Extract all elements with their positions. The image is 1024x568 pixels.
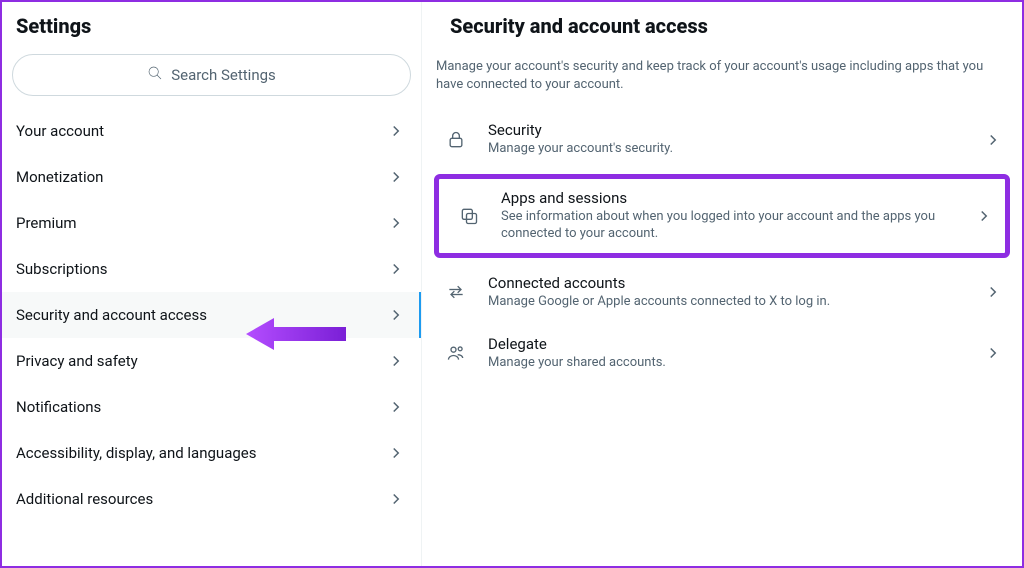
chevron-right-icon bbox=[984, 344, 1002, 362]
sidebar-item-label: Subscriptions bbox=[16, 260, 107, 278]
chevron-right-icon bbox=[387, 260, 405, 278]
option-subtitle: Manage Google or Apple accounts connecte… bbox=[488, 294, 970, 311]
option-title: Apps and sessions bbox=[501, 189, 961, 207]
chevron-right-icon bbox=[387, 398, 405, 416]
page-title: Settings bbox=[2, 2, 421, 50]
sidebar-item-label: Your account bbox=[16, 122, 104, 140]
option-apps-and-sessions[interactable]: Apps and sessions See information about … bbox=[439, 179, 1005, 253]
chevron-right-icon bbox=[387, 306, 405, 324]
chevron-right-icon bbox=[387, 444, 405, 462]
settings-nav: Your account Monetization Premium Subscr… bbox=[2, 108, 421, 522]
option-title: Delegate bbox=[488, 335, 970, 353]
chevron-right-icon bbox=[387, 214, 405, 232]
settings-sidebar: Settings Search Settings Your account Mo… bbox=[2, 2, 422, 566]
sidebar-item-label: Privacy and safety bbox=[16, 352, 138, 370]
sidebar-item-label: Security and account access bbox=[16, 306, 207, 324]
option-subtitle: Manage your shared accounts. bbox=[488, 355, 970, 372]
chevron-right-icon bbox=[387, 490, 405, 508]
sidebar-item-label: Notifications bbox=[16, 398, 101, 416]
main-panel: Security and account access Manage your … bbox=[422, 2, 1022, 566]
sidebar-item-additional-resources[interactable]: Additional resources bbox=[2, 476, 421, 522]
sidebar-item-your-account[interactable]: Your account bbox=[2, 108, 421, 154]
option-subtitle: See information about when you logged in… bbox=[501, 209, 961, 243]
sidebar-item-security-and-account-access[interactable]: Security and account access bbox=[2, 292, 421, 338]
chevron-right-icon bbox=[984, 131, 1002, 149]
sidebar-item-accessibility-display-languages[interactable]: Accessibility, display, and languages bbox=[2, 430, 421, 476]
sidebar-item-label: Accessibility, display, and languages bbox=[16, 444, 256, 462]
sidebar-item-label: Premium bbox=[16, 214, 77, 232]
search-input[interactable]: Search Settings bbox=[12, 54, 411, 96]
section-description: Manage your account's security and keep … bbox=[422, 48, 1022, 103]
people-icon bbox=[438, 335, 474, 371]
sidebar-item-subscriptions[interactable]: Subscriptions bbox=[2, 246, 421, 292]
option-connected-accounts[interactable]: Connected accounts Manage Google or Appl… bbox=[426, 262, 1018, 323]
swap-arrows-icon bbox=[438, 274, 474, 310]
sidebar-item-label: Additional resources bbox=[16, 490, 153, 508]
sidebar-item-monetization[interactable]: Monetization bbox=[2, 154, 421, 200]
chevron-right-icon bbox=[387, 168, 405, 186]
search-container: Search Settings bbox=[2, 50, 421, 108]
chevron-right-icon bbox=[387, 122, 405, 140]
option-title: Security bbox=[488, 121, 970, 139]
apps-icon bbox=[451, 198, 487, 234]
option-delegate[interactable]: Delegate Manage your shared accounts. bbox=[426, 323, 1018, 384]
option-subtitle: Manage your account's security. bbox=[488, 141, 970, 158]
lock-icon bbox=[438, 122, 474, 158]
sidebar-item-premium[interactable]: Premium bbox=[2, 200, 421, 246]
chevron-right-icon bbox=[984, 283, 1002, 301]
section-title: Security and account access bbox=[422, 14, 1022, 48]
search-placeholder: Search Settings bbox=[171, 66, 276, 84]
option-title: Connected accounts bbox=[488, 274, 970, 292]
sidebar-item-label: Monetization bbox=[16, 168, 103, 186]
sidebar-item-notifications[interactable]: Notifications bbox=[2, 384, 421, 430]
sidebar-item-privacy-and-safety[interactable]: Privacy and safety bbox=[2, 338, 421, 384]
chevron-right-icon bbox=[975, 207, 993, 225]
option-security[interactable]: Security Manage your account's security. bbox=[426, 109, 1018, 170]
options-list: Security Manage your account's security.… bbox=[422, 103, 1022, 383]
search-icon bbox=[147, 65, 163, 85]
chevron-right-icon bbox=[387, 352, 405, 370]
annotation-highlight-box: Apps and sessions See information about … bbox=[434, 174, 1010, 258]
